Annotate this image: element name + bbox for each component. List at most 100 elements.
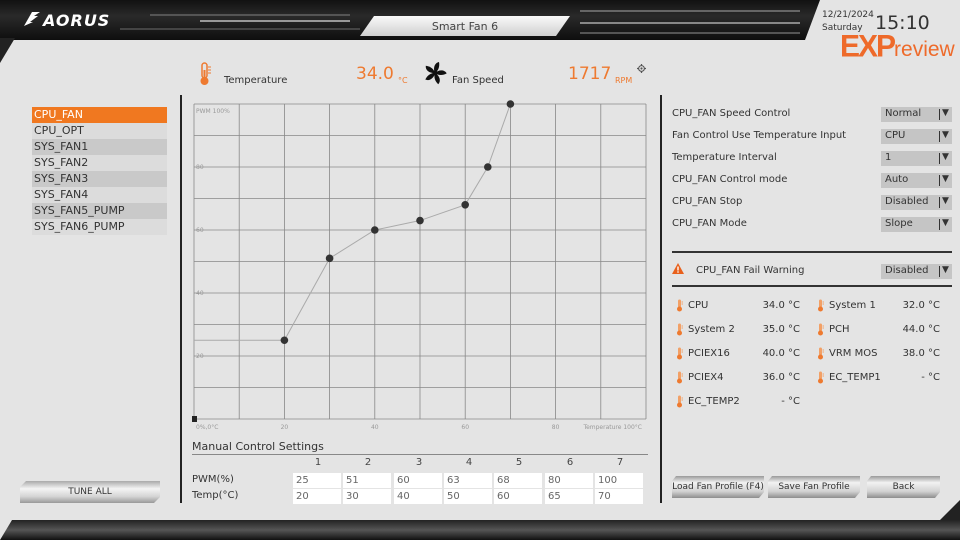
fan-list-item-sys-fan3[interactable]: SYS_FAN3 <box>32 171 167 187</box>
origin-marker <box>192 416 197 422</box>
dropdown-separator <box>939 153 940 164</box>
dropdown-value: Slope <box>885 218 913 229</box>
save-fan-profile-button[interactable]: Save Fan Profile (F3) <box>768 476 860 498</box>
decor-stripe <box>120 28 360 30</box>
manual-column-header: 4 <box>465 457 473 468</box>
setting-label: Fan Control Use Temperature Input <box>672 130 847 141</box>
fan-list-item-cpu-fan[interactable]: CPU_FAN <box>32 107 167 123</box>
decor-diagonal <box>938 500 960 522</box>
temp-sensor-name: VRM MOS <box>829 348 878 359</box>
chevron-down-icon: ▼ <box>942 174 949 184</box>
dropdown-value: CPU <box>885 130 906 141</box>
load-fan-profile-button[interactable]: Load Fan Profile (F4) <box>672 476 764 498</box>
setting-dropdown[interactable]: CPU ▼ <box>881 129 952 144</box>
fan-curve-svg[interactable]: 20 40 60 80 20 40 60 80 PWM 100% Temperature 10… <box>180 95 660 440</box>
fan-list-item-sys-fan2[interactable]: SYS_FAN2 <box>32 155 167 171</box>
curve-point[interactable] <box>506 100 515 108</box>
curve-point[interactable] <box>325 254 334 263</box>
fan-speed-unit: RPM <box>615 76 633 85</box>
temperature-label: Temperature <box>224 75 288 86</box>
fan-list-item-sys-fan1[interactable]: SYS_FAN1 <box>32 139 167 155</box>
temp-sensor-value: 40.0 °C <box>762 348 800 359</box>
pwm-input[interactable]: 60 <box>394 473 442 488</box>
temp-input[interactable]: 60 <box>494 489 542 504</box>
pwm-input[interactable]: 63 <box>444 473 492 488</box>
decor-stripe <box>580 10 800 12</box>
thermometer-icon <box>817 347 824 363</box>
origin-label: 0%,0°C <box>196 424 218 431</box>
x-tick-label: 80 <box>552 424 560 431</box>
setting-dropdown[interactable]: Disabled ▼ <box>881 195 952 210</box>
setting-label: Temperature Interval <box>672 152 777 163</box>
setting-label: CPU_FAN Stop <box>672 196 743 207</box>
pwm-input[interactable]: 80 <box>545 473 593 488</box>
chevron-down-icon: ▼ <box>942 196 949 206</box>
dropdown-separator <box>939 131 940 142</box>
fan-speed-value: 1717 <box>568 64 612 84</box>
thermometer-icon <box>676 395 683 411</box>
y-tick-label: 40 <box>196 290 204 297</box>
temp-input[interactable]: 50 <box>444 489 492 504</box>
setting-dropdown[interactable]: 1 ▼ <box>881 151 952 166</box>
temp-sensor-value: 44.0 °C <box>902 324 940 335</box>
setting-dropdown[interactable]: Auto ▼ <box>881 173 952 188</box>
curve-point[interactable] <box>416 216 424 225</box>
dropdown-separator <box>939 266 940 277</box>
fan-list-item-sys-fan4[interactable]: SYS_FAN4 <box>32 187 167 203</box>
setting-label: CPU_FAN Mode <box>672 218 747 229</box>
fail-warning-dropdown[interactable]: Disabled ▼ <box>881 264 952 279</box>
manual-row-label: Temp(°C) <box>192 490 239 501</box>
fan-curve-chart[interactable]: 20 40 60 80 20 40 60 80 PWM 100% Temperature 10… <box>180 95 660 440</box>
chart-curve <box>192 100 515 422</box>
manual-column-header: 7 <box>616 457 624 468</box>
curve-point[interactable] <box>484 163 492 171</box>
temp-sensor-name: CPU <box>688 300 709 311</box>
setting-label: CPU_FAN Control mode <box>672 174 788 185</box>
temp-input[interactable]: 70 <box>595 489 643 504</box>
temperature-value: 34.0 <box>356 64 394 84</box>
y-tick-label: 60 <box>196 227 204 234</box>
back-button[interactable]: Back <box>867 476 940 498</box>
temp-sensor-name: PCH <box>829 324 850 335</box>
fan-speed-label: Fan Speed <box>452 75 504 86</box>
warning-triangle-icon <box>672 263 684 277</box>
curve-point[interactable] <box>371 226 379 234</box>
dropdown-value: Disabled <box>885 196 929 207</box>
decor-stripe <box>580 32 800 34</box>
temp-input[interactable]: 20 <box>293 489 341 504</box>
temp-input[interactable]: 40 <box>394 489 442 504</box>
fan-list-item-sys-fan6-pump[interactable]: SYS_FAN6_PUMP <box>32 219 167 235</box>
dropdown-separator <box>939 219 940 230</box>
fan-icon <box>423 61 447 88</box>
pwm-input[interactable]: 51 <box>343 473 391 488</box>
pwm-input[interactable]: 100 <box>595 473 643 488</box>
watermark-bold: EXP <box>840 29 896 64</box>
setting-dropdown[interactable]: Normal ▼ <box>881 107 952 122</box>
temp-input[interactable]: 65 <box>545 489 593 504</box>
manual-row-label: PWM(%) <box>192 474 234 485</box>
decor-stripe <box>150 14 350 16</box>
curve-point[interactable] <box>461 201 470 209</box>
manual-control-title: Manual Control Settings <box>192 440 324 453</box>
thermometer-icon <box>676 299 683 315</box>
setting-dropdown[interactable]: Slope ▼ <box>881 217 952 232</box>
date-text: 12/21/2024 <box>822 10 874 20</box>
temp-input[interactable]: 30 <box>343 489 391 504</box>
temp-sensor-value: 36.0 °C <box>762 372 800 383</box>
y-tick-label: 80 <box>196 164 204 171</box>
curve-point[interactable] <box>280 336 289 345</box>
fan-list-item-cpu-opt[interactable]: CPU_OPT <box>32 123 167 139</box>
thermometer-icon <box>676 347 683 363</box>
tune-all-button[interactable]: TUNE ALL <box>20 481 160 503</box>
setting-label: CPU_FAN Speed Control <box>672 108 791 119</box>
pwm-input[interactable]: 68 <box>494 473 542 488</box>
curve-line <box>283 103 511 341</box>
gear-icon[interactable] <box>637 64 646 76</box>
temp-sensor-value: 32.0 °C <box>902 300 940 311</box>
pwm-input[interactable]: 25 <box>293 473 341 488</box>
fan-list-item-sys-fan5-pump[interactable]: SYS_FAN5_PUMP <box>32 203 167 219</box>
chevron-down-icon: ▼ <box>942 130 949 140</box>
brand-name: AORUS <box>43 11 111 30</box>
settings-divider <box>672 251 952 253</box>
manual-column-header: 2 <box>364 457 372 468</box>
